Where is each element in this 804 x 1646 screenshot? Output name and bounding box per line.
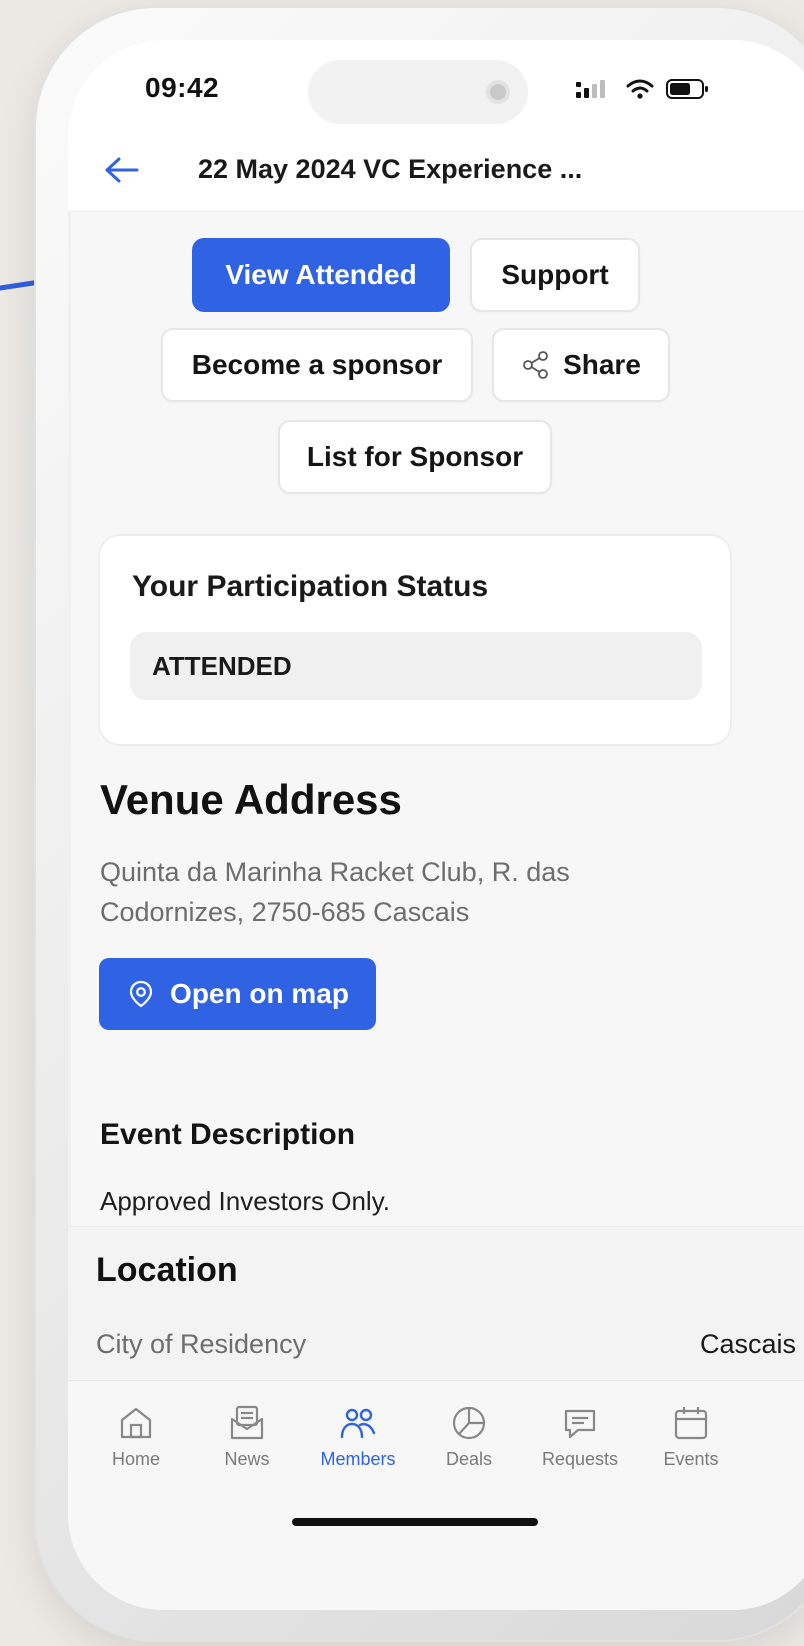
home-icon: [120, 1407, 152, 1439]
share-icon: [521, 350, 551, 380]
location-section: Location City of Residency Cascais: [68, 1226, 804, 1386]
status-icons: [576, 78, 710, 100]
tab-requests-label: Requests: [541, 1449, 619, 1469]
bottom-tab-bar: Home News Members Deals Requests Events: [68, 1380, 804, 1610]
tab-home[interactable]: Home: [86, 1403, 186, 1470]
support-button[interactable]: Support: [470, 238, 640, 312]
tab-members-label: Members: [320, 1449, 396, 1469]
list-for-sponsor-button[interactable]: List for Sponsor: [278, 420, 552, 494]
tab-deals[interactable]: Deals: [419, 1403, 519, 1470]
battery-icon: [666, 79, 708, 99]
participation-status-card: Your Participation Status ATTENDED: [98, 534, 732, 746]
phone-volume-up: [28, 420, 36, 540]
participation-status-badge: ATTENDED: [130, 632, 702, 700]
tab-news[interactable]: News: [197, 1403, 297, 1470]
view-attended-button[interactable]: View Attended: [192, 238, 450, 312]
requests-icon: [564, 1409, 596, 1439]
share-button-label: Share: [563, 349, 641, 380]
signal-icon: [576, 80, 605, 98]
status-time: 09:42: [145, 72, 220, 103]
tab-members[interactable]: Members: [308, 1403, 408, 1470]
back-button[interactable]: [102, 150, 142, 190]
page-title: 22 May 2024 VC Experience ...: [198, 154, 583, 184]
open-on-map-button[interactable]: Open on map: [99, 958, 376, 1030]
tab-deals-label: Deals: [445, 1449, 493, 1469]
event-description-heading: Event Description: [100, 1118, 356, 1151]
city-of-residency-value: Cascais: [699, 1329, 796, 1359]
become-sponsor-button[interactable]: Become a sponsor: [161, 328, 473, 402]
location-pin-icon: [126, 979, 156, 1009]
camera-icon: [486, 80, 510, 104]
tab-news-label: News: [224, 1449, 270, 1469]
phone-side-button: [28, 310, 36, 370]
top-app-bar: 22 May 2024 VC Experience ...: [68, 130, 804, 212]
participation-status-title: Your Participation Status: [132, 570, 489, 603]
deals-icon: [452, 1406, 486, 1440]
home-indicator[interactable]: [292, 1518, 538, 1526]
city-of-residency-label: City of Residency: [96, 1329, 307, 1359]
members-icon: [340, 1408, 376, 1439]
open-on-map-label: Open on map: [170, 978, 349, 1009]
events-icon: [674, 1407, 708, 1440]
phone-volume-down: [28, 570, 36, 690]
venue-address-text: Quinta da Marinha Racket Club, R. das Co…: [100, 857, 570, 927]
tab-home-label: Home: [111, 1449, 160, 1469]
dynamic-island: [308, 60, 528, 124]
event-description-text: Approved Investors Only.: [100, 1186, 390, 1216]
phone-screen: 09:42 22 May 2024 VC Experience ... View…: [68, 40, 804, 1610]
tab-events[interactable]: Events: [641, 1403, 741, 1470]
tab-requests[interactable]: Requests: [530, 1403, 630, 1470]
venue-address-heading: Venue Address: [100, 776, 402, 823]
news-icon: [230, 1405, 264, 1440]
location-heading: Location: [96, 1251, 238, 1289]
share-button[interactable]: Share: [492, 328, 670, 402]
back-arrow-icon: [105, 157, 139, 183]
tab-events-label: Events: [663, 1449, 719, 1469]
wifi-icon: [626, 79, 654, 99]
